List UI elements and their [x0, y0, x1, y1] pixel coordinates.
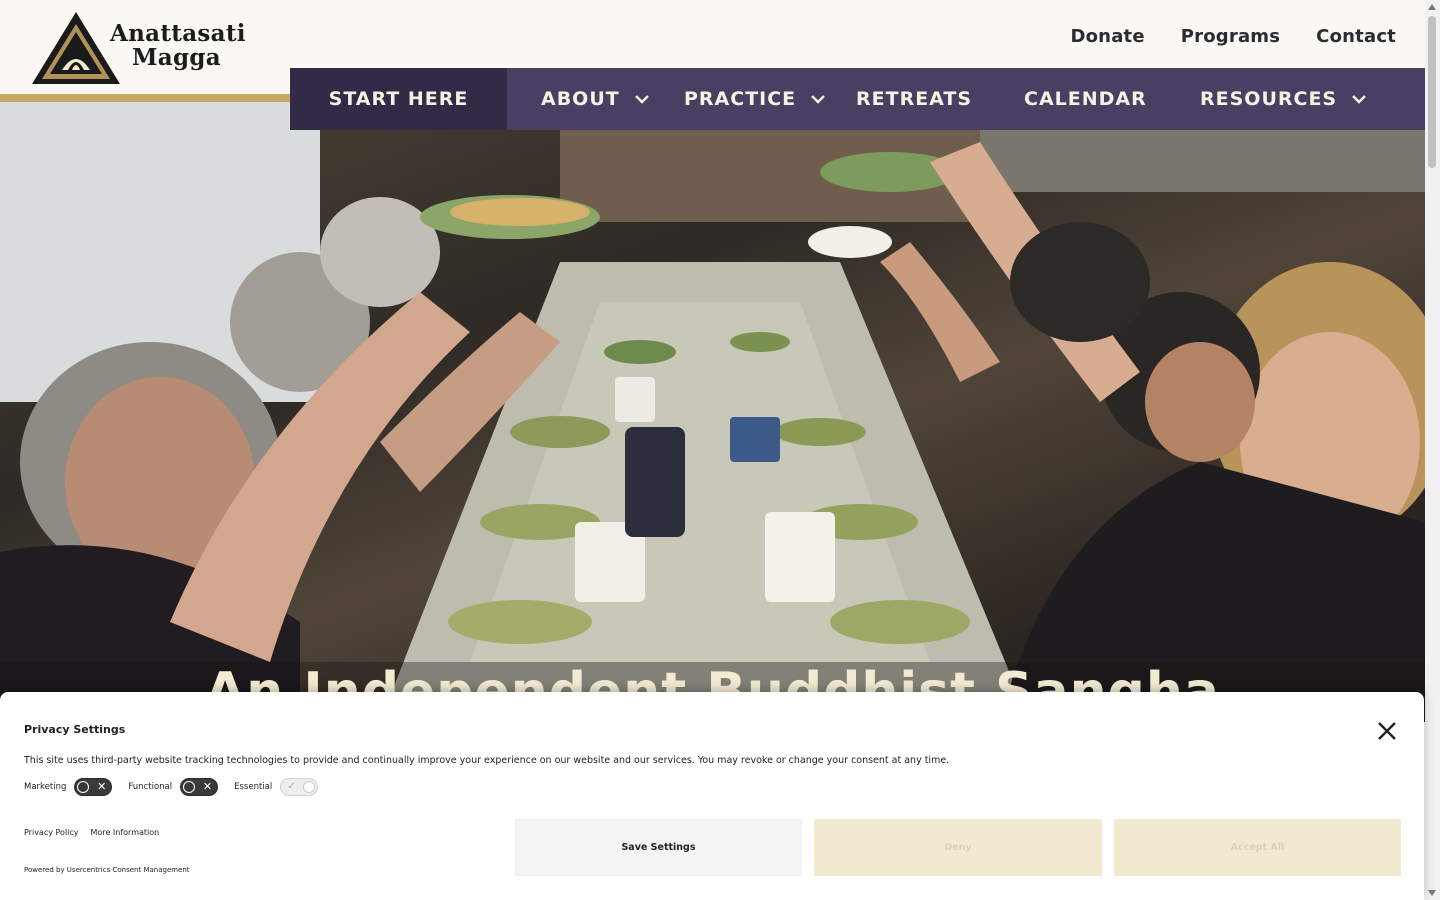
- chevron-down-icon[interactable]: [634, 93, 650, 105]
- chevron-down-icon[interactable]: [810, 93, 826, 105]
- logo-wordmark[interactable]: Anattasati Magga: [110, 22, 246, 70]
- nav-about-label: ABOUT: [541, 88, 620, 110]
- save-settings-button[interactable]: Save Settings: [515, 819, 802, 876]
- nav-start-here-label: START HERE: [328, 88, 469, 110]
- main-nav: START HERE ABOUT PRACTICE RETREATS CALEN…: [290, 68, 1425, 130]
- deny-button[interactable]: Deny: [814, 819, 1102, 876]
- marketing-toggle[interactable]: ✕: [74, 778, 113, 796]
- nav-resources-label: RESOURCES: [1200, 88, 1338, 110]
- toggle-off-x-icon: ✕: [97, 780, 107, 793]
- nav-retreats[interactable]: RETREATS: [856, 68, 972, 130]
- nav-calendar[interactable]: CALENDAR: [1024, 68, 1147, 130]
- hero-photo-illustration: [0, 102, 1425, 722]
- more-information-link[interactable]: More Information: [91, 828, 160, 837]
- functional-toggle-label: Functional: [128, 782, 173, 792]
- consent-toggles: Marketing ✕ Functional ✕ Essential ✓: [24, 778, 334, 796]
- nav-resources[interactable]: RESOURCES: [1200, 68, 1367, 130]
- privacy-consent-banner: Privacy Settings This site uses third-pa…: [0, 692, 1424, 900]
- functional-toggle[interactable]: ✕: [180, 778, 219, 796]
- nav-about[interactable]: ABOUT: [541, 68, 650, 130]
- programs-link[interactable]: Programs: [1181, 26, 1280, 47]
- scroll-down-arrow-icon[interactable]: [1428, 890, 1436, 896]
- essential-toggle-label: Essential: [234, 782, 273, 792]
- site-header-logo-area: Anattasati Magga: [0, 0, 290, 102]
- utility-nav: Donate Programs Contact: [1070, 26, 1396, 47]
- close-icon[interactable]: [1376, 720, 1398, 742]
- nav-start-here[interactable]: START HERE: [290, 68, 507, 130]
- toggle-knob: [77, 781, 90, 793]
- contact-link[interactable]: Contact: [1316, 26, 1396, 47]
- nav-calendar-label: CALENDAR: [1024, 88, 1147, 110]
- nav-retreats-label: RETREATS: [856, 88, 973, 110]
- gold-accent-bar: [0, 94, 290, 102]
- scroll-up-arrow-icon[interactable]: [1428, 4, 1436, 10]
- scrollbar-thumb[interactable]: [1428, 16, 1436, 168]
- toggle-off-x-icon: ✕: [202, 780, 213, 793]
- nav-practice-label: PRACTICE: [684, 88, 797, 110]
- powered-by-text: Powered by Usercentrics Consent Manageme…: [24, 866, 190, 874]
- hero-image: An Independent Buddhist Sangha: [0, 102, 1425, 722]
- toggle-check-icon: ✓: [287, 781, 296, 792]
- toggle-knob: [183, 781, 196, 793]
- marketing-toggle-label: Marketing: [24, 782, 67, 792]
- nav-practice[interactable]: PRACTICE: [684, 68, 826, 130]
- logo-triangle-icon[interactable]: [30, 10, 122, 86]
- chevron-down-icon[interactable]: [1351, 93, 1367, 105]
- donate-link[interactable]: Donate: [1070, 26, 1144, 47]
- essential-toggle: ✓: [280, 778, 319, 796]
- page-scrollbar[interactable]: [1425, 0, 1440, 900]
- consent-title: Privacy Settings: [24, 723, 126, 736]
- consent-links: Privacy Policy More Information: [24, 828, 159, 837]
- logo-line-2: Magga: [132, 44, 221, 71]
- accept-all-button[interactable]: Accept All: [1114, 819, 1401, 876]
- consent-description: This site uses third-party website track…: [24, 755, 950, 766]
- toggle-knob: [303, 781, 316, 793]
- logo-line-1: Anattasati: [110, 20, 246, 47]
- privacy-policy-link[interactable]: Privacy Policy: [24, 828, 79, 837]
